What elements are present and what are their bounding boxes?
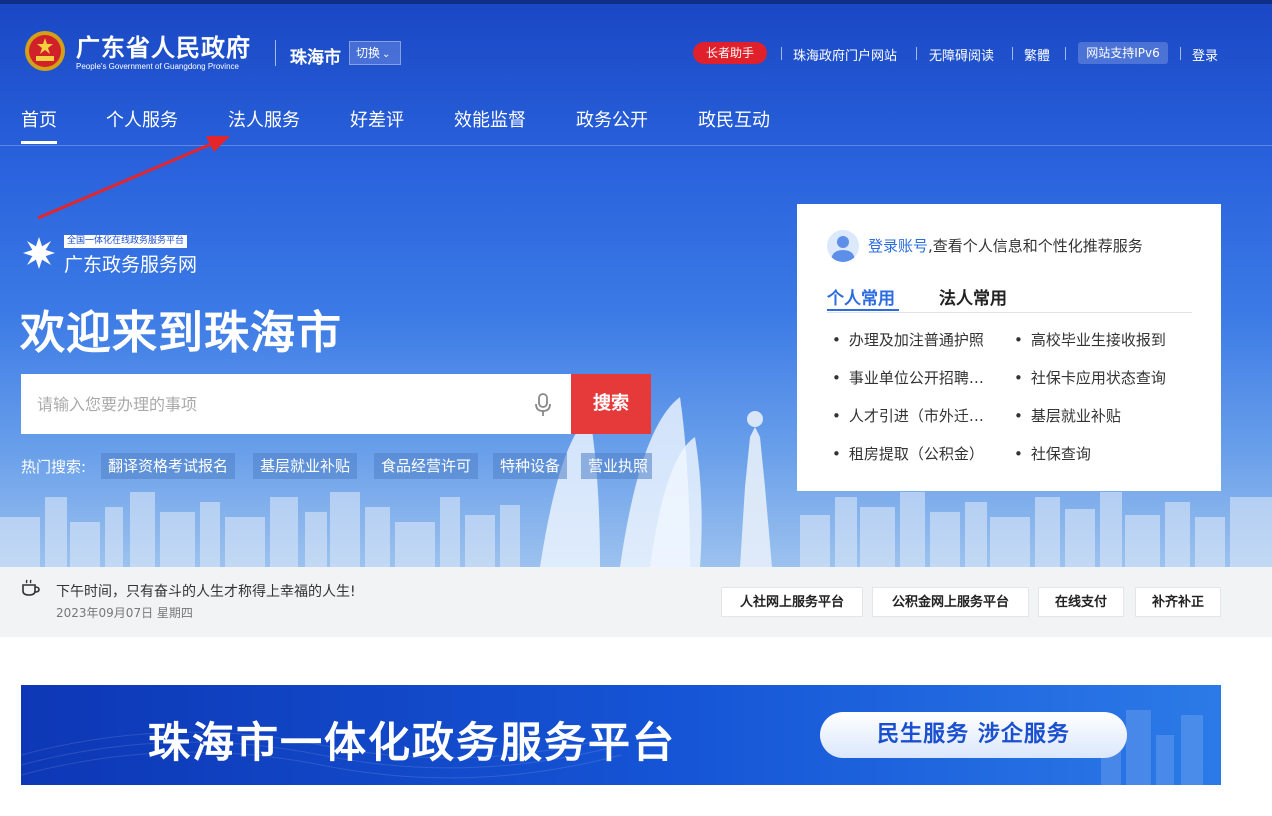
service-link[interactable]: 社保卡应用状态查询 (1014, 367, 1166, 388)
hot-search-label: 热门搜索: (21, 458, 87, 476)
top-link-separator (1065, 47, 1066, 60)
motto-text: 下午时间，只有奋斗的人生才称得上幸福的人生! (56, 584, 356, 600)
banner-title: 珠海市一体化政务服务平台 (148, 718, 677, 767)
accessibility-link[interactable]: 无障碍阅读 (929, 45, 994, 64)
hot-search-tag[interactable]: 基层就业补贴 (253, 453, 358, 479)
top-link-separator (916, 47, 917, 60)
search-input[interactable] (21, 374, 521, 434)
top-link-separator (1012, 47, 1013, 60)
gov-title[interactable]: 广东省人民政府 (76, 28, 251, 63)
nav-corporate-service[interactable]: 法人服务 (228, 106, 300, 132)
platform-tag: 全国一体化在线政务服务平台 (64, 235, 188, 248)
nav-divider (0, 145, 1272, 146)
city-switch-button[interactable]: 切换 ⌄ (349, 41, 401, 65)
nav-home[interactable]: 首页 (21, 106, 57, 132)
nav-interaction[interactable]: 政民互动 (698, 106, 770, 132)
search-bar (21, 374, 571, 434)
search-button[interactable]: 搜索 (571, 374, 651, 434)
ipv6-badge: 网站支持IPv6 (1078, 42, 1168, 64)
login-account-link[interactable]: 登录账号 (868, 237, 928, 255)
service-link[interactable]: 基层就业补贴 (1014, 405, 1121, 426)
national-emblem-icon (25, 31, 65, 71)
nav-evaluation[interactable]: 好差评 (350, 106, 404, 132)
welcome-heading: 欢迎来到珠海市 (20, 306, 343, 359)
tab-active-underline (827, 309, 899, 311)
top-strip (0, 0, 1272, 4)
top-link-separator (781, 47, 782, 60)
nav-gov-affairs[interactable]: 政务公开 (576, 106, 648, 132)
microphone-icon[interactable] (533, 392, 553, 418)
top-link-separator (1180, 47, 1181, 60)
service-link[interactable]: 办理及加注普通护照 (832, 329, 984, 350)
service-link[interactable]: 事业单位公开招聘… (832, 367, 984, 388)
hr-platform-button[interactable]: 人社网上服务平台 (721, 587, 863, 617)
service-link[interactable]: 社保查询 (1014, 443, 1091, 464)
hot-search-tag[interactable]: 食品经营许可 (374, 453, 479, 479)
avatar-icon (827, 230, 859, 262)
hot-search-tag[interactable]: 翻译资格考试报名 (101, 453, 236, 479)
nav-supervision[interactable]: 效能监督 (454, 106, 526, 132)
service-link[interactable]: 人才引进（市外迁… (832, 405, 984, 426)
elder-helper-button[interactable]: 长者助手 (693, 42, 767, 64)
housing-fund-platform-button[interactable]: 公积金网上服务平台 (872, 587, 1029, 617)
nav-active-underline (21, 141, 57, 144)
coffee-cup-icon (22, 579, 40, 596)
login-link[interactable]: 登录 (1192, 45, 1218, 64)
nav-personal-service[interactable]: 个人服务 (106, 106, 178, 132)
banner-service-pill[interactable]: 民生服务 涉企服务 (820, 712, 1127, 758)
supplement-correction-button[interactable]: 补齐补正 (1135, 587, 1221, 617)
hot-search-tag[interactable]: 特种设备 (493, 453, 568, 479)
service-link[interactable]: 高校毕业生接收报到 (1014, 329, 1166, 350)
city-name: 珠海市 (290, 48, 341, 68)
chevron-down-icon: ⌄ (382, 49, 391, 60)
login-prompt: 登录账号,查看个人信息和个性化推荐服务 (868, 235, 1143, 256)
traditional-chinese-link[interactable]: 繁體 (1024, 45, 1050, 64)
online-payment-button[interactable]: 在线支付 (1038, 587, 1124, 617)
header-divider (275, 40, 276, 66)
tab-personal-common[interactable]: 个人常用 (827, 284, 895, 309)
date-text: 2023年09月07日 星期四 (56, 606, 193, 620)
service-link[interactable]: 租房提取（公积金） (832, 443, 984, 464)
gd-service-logo-icon (23, 237, 55, 269)
tab-corporate-common[interactable]: 法人常用 (939, 284, 1007, 309)
gov-subtitle: People's Government of Guangdong Provinc… (76, 62, 239, 71)
city-switch-label: 切换 (356, 46, 381, 60)
platform-banner[interactable]: 珠海市一体化政务服务平台 民生服务 涉企服务 (21, 685, 1221, 785)
tab-divider (827, 312, 1192, 313)
login-prompt-text: ,查看个人信息和个性化推荐服务 (928, 237, 1143, 255)
common-services-card: 登录账号,查看个人信息和个性化推荐服务 个人常用 法人常用 办理及加注普通护照 … (797, 204, 1221, 491)
platform-name[interactable]: 广东政务服务网 (64, 250, 197, 277)
hot-search-tag[interactable]: 营业执照 (581, 453, 652, 479)
portal-link[interactable]: 珠海政府门户网站 (793, 45, 897, 64)
